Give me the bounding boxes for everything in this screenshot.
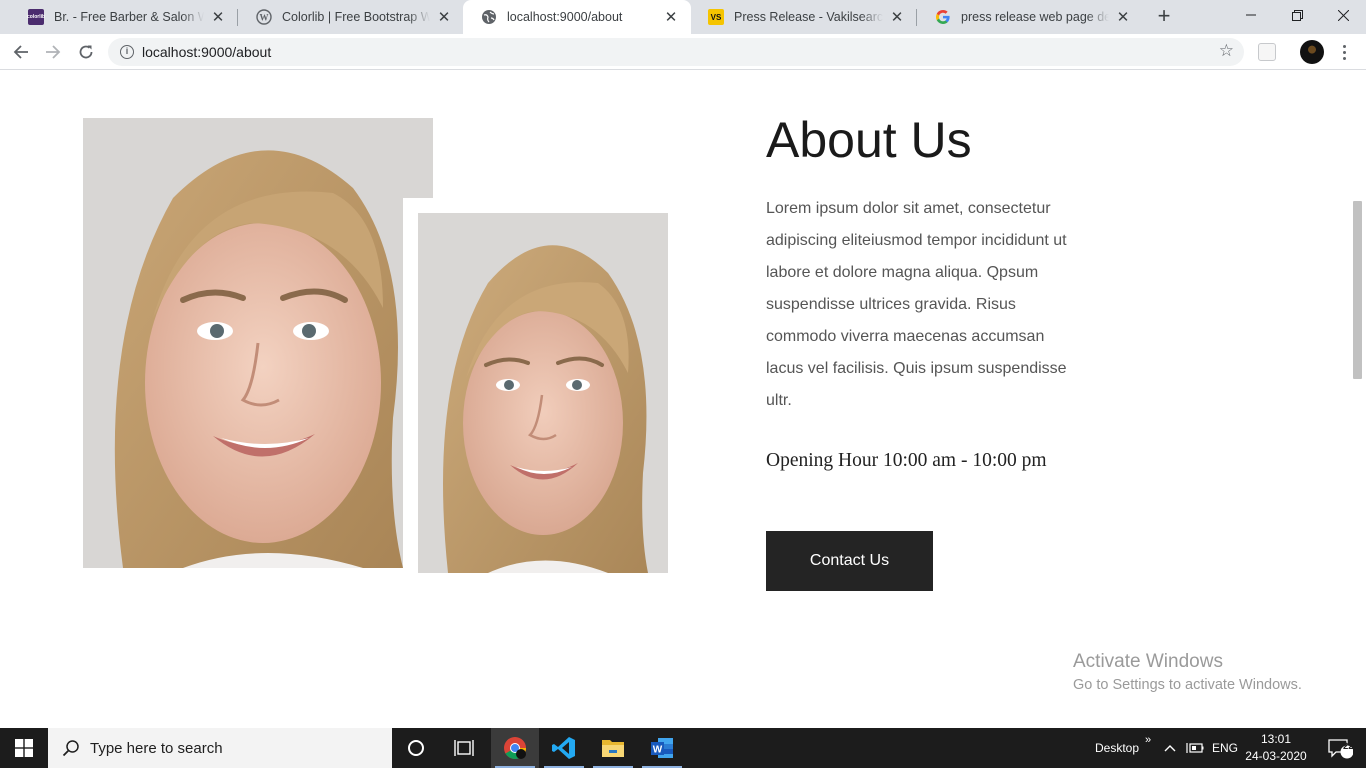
vscode-taskbar-button[interactable]	[540, 728, 588, 768]
address-bar[interactable]: i localhost:9000/about ☆	[108, 38, 1244, 66]
url-text: localhost:9000/about	[142, 44, 272, 60]
search-icon	[62, 740, 79, 757]
language-indicator[interactable]: ENG	[1212, 728, 1238, 768]
svg-text:W: W	[260, 13, 269, 23]
about-photo-large	[83, 118, 433, 568]
vakilsearch-icon: VS	[708, 9, 724, 25]
browser-toolbar: i localhost:9000/about ☆	[0, 34, 1366, 70]
tab-vakilsearch[interactable]: VS Press Release - Vakilsearch.com ✕	[690, 0, 917, 34]
activate-windows-watermark: Activate Windows Go to Settings to activ…	[1073, 651, 1302, 696]
back-arrow-icon	[13, 45, 28, 59]
tab-barber-salon[interactable]: colorlib Br. - Free Barber & Salon Websi…	[10, 0, 238, 34]
tab-title: Br. - Free Barber & Salon Website	[54, 10, 204, 24]
forward-button[interactable]	[39, 38, 67, 66]
close-tab-icon[interactable]: ✕	[889, 8, 905, 26]
battery-icon	[1186, 743, 1204, 753]
chevron-up-icon	[1164, 745, 1176, 752]
colorlib-icon: colorlib	[27, 9, 45, 25]
close-tab-icon[interactable]: ✕	[436, 8, 452, 26]
about-photo-small	[418, 213, 668, 573]
extension-icon[interactable]	[1258, 43, 1276, 61]
about-section: About Us Lorem ipsum dolor sit amet, con…	[766, 111, 1086, 417]
wordpress-icon: W	[256, 9, 272, 25]
notification-center-button[interactable]: 22	[1318, 728, 1362, 768]
task-view-icon	[454, 740, 474, 756]
folder-icon	[602, 740, 624, 757]
close-tab-icon[interactable]: ✕	[663, 8, 679, 26]
google-icon	[935, 9, 951, 25]
portrait-illustration	[83, 118, 433, 568]
watermark-title: Activate Windows	[1073, 651, 1223, 672]
cortana-icon	[408, 740, 424, 756]
restore-button[interactable]	[1274, 0, 1320, 30]
start-button[interactable]	[0, 728, 48, 768]
tab-title: press release web page design	[961, 10, 1109, 24]
page-viewport: About Us Lorem ipsum dolor sit amet, con…	[0, 71, 1366, 728]
cortana-button[interactable]	[392, 728, 440, 768]
page-scrollbar[interactable]	[1349, 71, 1366, 728]
reload-icon	[79, 45, 93, 59]
word-icon: W	[651, 738, 673, 758]
battery-network-tray-button[interactable]	[1186, 728, 1204, 768]
reload-button[interactable]	[72, 38, 100, 66]
tab-google-search[interactable]: press release web page design ✕	[917, 0, 1143, 34]
back-button[interactable]	[7, 38, 35, 66]
close-window-button[interactable]	[1320, 0, 1366, 30]
taskbar-search-box[interactable]: Type here to search	[48, 728, 392, 768]
bookmark-star-icon[interactable]: ☆	[1219, 41, 1234, 61]
site-info-icon[interactable]: i	[120, 45, 134, 59]
page-title: About Us	[766, 112, 972, 168]
contact-us-button[interactable]: Contact Us	[766, 531, 933, 591]
opening-hours-text: Opening Hour 10:00 am - 10:00 pm	[766, 450, 1047, 471]
show-hidden-icons-button[interactable]	[1164, 728, 1176, 768]
new-tab-button[interactable]: +	[1152, 5, 1176, 29]
portrait-illustration	[418, 213, 668, 573]
tab-title: localhost:9000/about	[507, 10, 623, 24]
close-tab-icon[interactable]: ✕	[210, 8, 226, 26]
clock-time: 13:01	[1260, 732, 1292, 746]
scrollbar-thumb[interactable]	[1353, 201, 1362, 379]
notification-count: 22	[1343, 741, 1354, 752]
vscode-icon	[552, 737, 575, 759]
watermark-subtitle: Go to Settings to activate Windows.	[1073, 677, 1302, 693]
system-clock[interactable]: 13:01 24-03-2020	[1244, 731, 1308, 765]
tab-title: Colorlib | Free Bootstrap Website	[282, 10, 430, 24]
search-placeholder: Type here to search	[90, 739, 223, 757]
windows-taskbar: Type here to search W Desktop » ENG 13:0…	[0, 728, 1366, 768]
windows-logo-icon	[15, 739, 33, 757]
globe-icon	[481, 9, 497, 25]
close-tab-icon[interactable]: ✕	[1115, 8, 1131, 26]
browser-tab-strip: colorlib Br. - Free Barber & Salon Websi…	[0, 0, 1366, 34]
tab-title: Press Release - Vakilsearch.com	[734, 10, 883, 24]
browser-menu-button[interactable]	[1334, 40, 1354, 64]
forward-arrow-icon	[46, 45, 61, 59]
about-paragraph: Lorem ipsum dolor sit amet, consectetur …	[766, 200, 1067, 409]
clock-date: 24-03-2020	[1245, 749, 1307, 763]
word-taskbar-button[interactable]: W	[638, 728, 686, 768]
chevron-double-right-icon[interactable]: »	[1145, 720, 1151, 760]
tab-colorlib[interactable]: W Colorlib | Free Bootstrap Website ✕	[238, 0, 464, 34]
chrome-taskbar-button[interactable]	[491, 728, 539, 768]
desktop-toolbar-label[interactable]: Desktop	[1095, 728, 1139, 768]
task-view-button[interactable]	[440, 728, 488, 768]
profile-avatar[interactable]	[1300, 40, 1324, 64]
chrome-icon	[504, 737, 527, 760]
svg-text:W: W	[653, 745, 663, 756]
minimize-button[interactable]	[1228, 0, 1274, 30]
file-explorer-taskbar-button[interactable]	[589, 728, 637, 768]
tab-localhost-about[interactable]: localhost:9000/about ✕	[463, 0, 691, 34]
